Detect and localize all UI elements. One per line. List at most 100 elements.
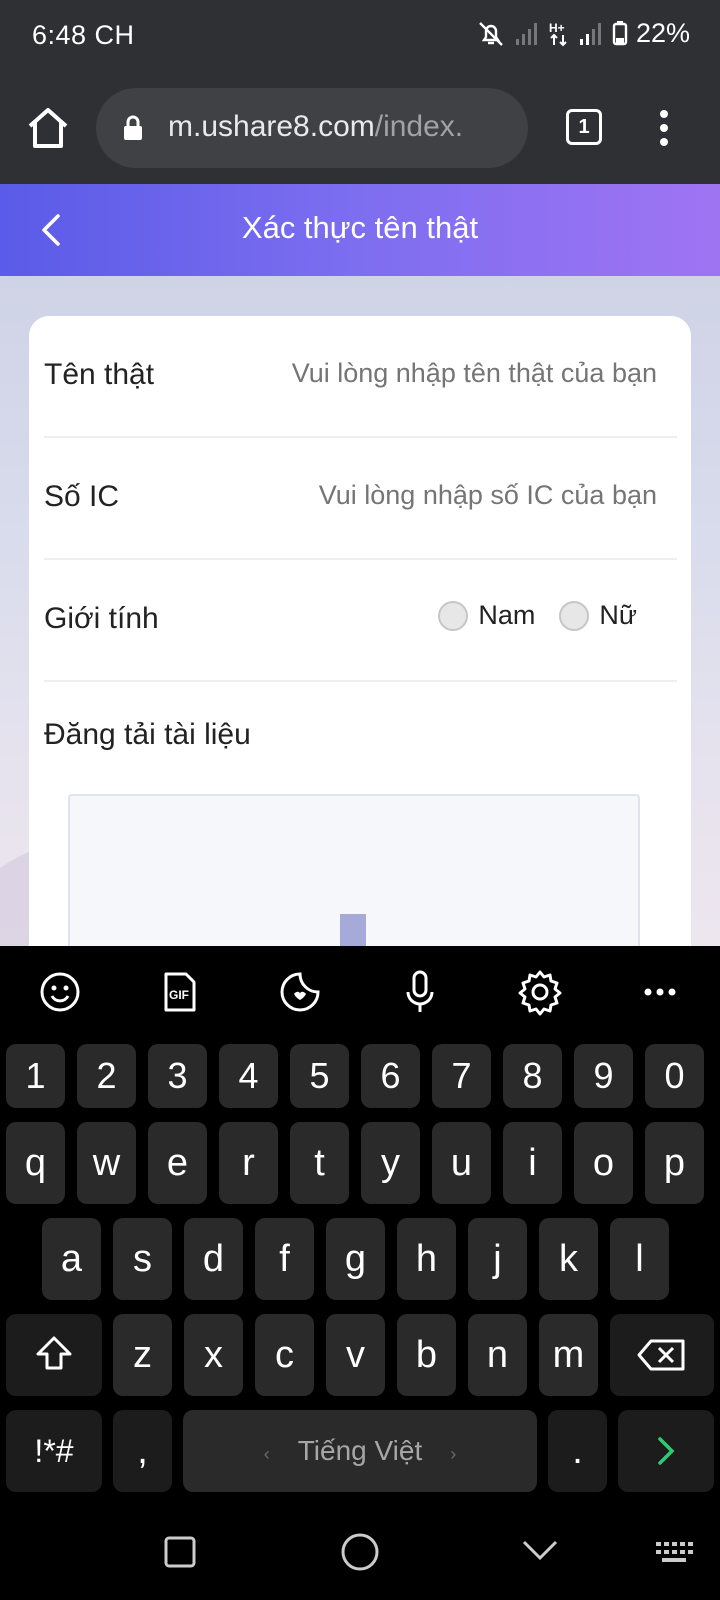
key-1[interactable]: 1	[6, 1044, 65, 1108]
page-header: Xác thực tên thật	[0, 184, 720, 276]
url-host: m.ushare8.com	[168, 110, 375, 143]
key-7[interactable]: 7	[432, 1044, 491, 1108]
key-5[interactable]: 5	[290, 1044, 349, 1108]
upload-area[interactable]	[68, 794, 640, 946]
name-row: Tên thật	[44, 316, 677, 438]
key-t[interactable]: t	[290, 1122, 349, 1204]
settings-gear-icon[interactable]	[512, 964, 568, 1020]
signal-icon	[515, 22, 537, 45]
name-input[interactable]	[237, 358, 657, 389]
home-icon[interactable]	[22, 102, 74, 154]
enter-key[interactable]	[618, 1410, 714, 1492]
upload-label: Đăng tải tài liệu	[44, 718, 251, 751]
key-n[interactable]: n	[468, 1314, 527, 1396]
url-text: m.ushare8.com/index.	[168, 110, 508, 144]
key-6[interactable]: 6	[361, 1044, 420, 1108]
ic-label: Số IC	[44, 480, 120, 513]
key-x[interactable]: x	[184, 1314, 243, 1396]
url-path: /index.	[374, 110, 464, 143]
ic-input[interactable]	[237, 480, 657, 511]
key-0[interactable]: 0	[645, 1044, 704, 1108]
radio-button[interactable]	[438, 600, 469, 631]
key-3[interactable]: 3	[148, 1044, 207, 1108]
soft-keyboard: GIF 1 2 3 4 5 6 7 8 9 0 q w e r t y u i …	[0, 946, 720, 1502]
chevron-left-icon: ‹	[263, 1444, 270, 1464]
key-y[interactable]: y	[361, 1122, 420, 1204]
key-u[interactable]: u	[432, 1122, 491, 1204]
period-key[interactable]: .	[548, 1410, 607, 1492]
key-l[interactable]: l	[610, 1218, 669, 1300]
status-time: 6:48 CH	[32, 20, 135, 50]
system-nav-bar	[0, 1502, 720, 1600]
key-c[interactable]: c	[255, 1314, 314, 1396]
mute-icon	[479, 21, 503, 46]
key-f[interactable]: f	[255, 1218, 314, 1300]
key-m[interactable]: m	[539, 1314, 598, 1396]
sticker-icon[interactable]	[272, 964, 328, 1020]
go-arrow-icon	[658, 1437, 675, 1465]
key-q[interactable]: q	[6, 1122, 65, 1204]
more-menu-icon[interactable]	[652, 106, 676, 154]
home-circle-icon[interactable]	[338, 1530, 382, 1574]
key-b[interactable]: b	[397, 1314, 456, 1396]
microphone-icon[interactable]	[392, 964, 448, 1020]
symbols-key[interactable]: !*#	[6, 1410, 102, 1492]
name-label: Tên thật	[44, 358, 155, 391]
key-v[interactable]: v	[326, 1314, 385, 1396]
ic-row: Số IC	[44, 438, 677, 560]
tab-switcher-button[interactable]: 1	[566, 109, 602, 145]
shift-key[interactable]	[6, 1314, 102, 1396]
browser-toolbar: m.ushare8.com/index. 1	[0, 76, 720, 184]
status-bar: 6:48 CH H+ 22%	[0, 0, 720, 76]
backspace-icon	[637, 1339, 685, 1371]
key-e[interactable]: e	[148, 1122, 207, 1204]
recent-apps-icon[interactable]	[158, 1530, 202, 1574]
space-bar-label: Tiếng Việt	[297, 1435, 423, 1466]
svg-text:GIF: GIF	[169, 988, 189, 1002]
hide-keyboard-icon[interactable]	[518, 1530, 562, 1574]
more-options-icon[interactable]	[632, 964, 688, 1020]
key-z[interactable]: z	[113, 1314, 172, 1396]
key-i[interactable]: i	[503, 1122, 562, 1204]
chevron-right-icon: ›	[450, 1444, 457, 1464]
key-9[interactable]: 9	[574, 1044, 633, 1108]
key-p[interactable]: p	[645, 1122, 704, 1204]
space-bar[interactable]: ‹ Tiếng Việt ›	[183, 1410, 537, 1492]
gender-label: Giới tính	[44, 602, 159, 635]
upload-placeholder-icon	[340, 914, 366, 946]
key-2[interactable]: 2	[77, 1044, 136, 1108]
emoji-icon[interactable]	[32, 964, 88, 1020]
battery-percent: 22%	[635, 18, 690, 48]
data-icon: H+	[549, 21, 567, 46]
gender-row: Giới tính Nam Nữ	[44, 560, 677, 682]
gender-option-male[interactable]: Nam	[438, 600, 535, 631]
key-8[interactable]: 8	[503, 1044, 562, 1108]
key-4[interactable]: 4	[219, 1044, 278, 1108]
comma-key[interactable]: ,	[113, 1410, 172, 1492]
key-k[interactable]: k	[539, 1218, 598, 1300]
page-title: Xác thực tên thật	[241, 210, 479, 245]
key-h[interactable]: h	[397, 1218, 456, 1300]
key-d[interactable]: d	[184, 1218, 243, 1300]
key-g[interactable]: g	[326, 1218, 385, 1300]
gif-icon[interactable]: GIF	[152, 964, 208, 1020]
gender-option-label: Nữ	[599, 600, 637, 630]
verification-form: Tên thật Số IC Giới tính Nam Nữ Đăng tải…	[29, 316, 691, 946]
key-a[interactable]: a	[42, 1218, 101, 1300]
battery-icon	[612, 20, 628, 45]
backspace-key[interactable]	[610, 1314, 714, 1396]
key-j[interactable]: j	[468, 1218, 527, 1300]
lock-icon	[124, 115, 142, 140]
key-w[interactable]: w	[77, 1122, 136, 1204]
gender-radio-group: Nam Nữ	[414, 600, 637, 631]
radio-button[interactable]	[559, 600, 590, 631]
key-r[interactable]: r	[219, 1122, 278, 1204]
status-icons: H+ 22%	[476, 18, 690, 49]
keyboard-switch-icon[interactable]	[652, 1530, 696, 1574]
address-bar[interactable]: m.ushare8.com/index.	[96, 88, 528, 168]
key-s[interactable]: s	[113, 1218, 172, 1300]
gender-option-female[interactable]: Nữ	[559, 600, 637, 631]
key-o[interactable]: o	[574, 1122, 633, 1204]
gender-option-label: Nam	[478, 600, 536, 630]
svg-text:H+: H+	[549, 21, 565, 35]
